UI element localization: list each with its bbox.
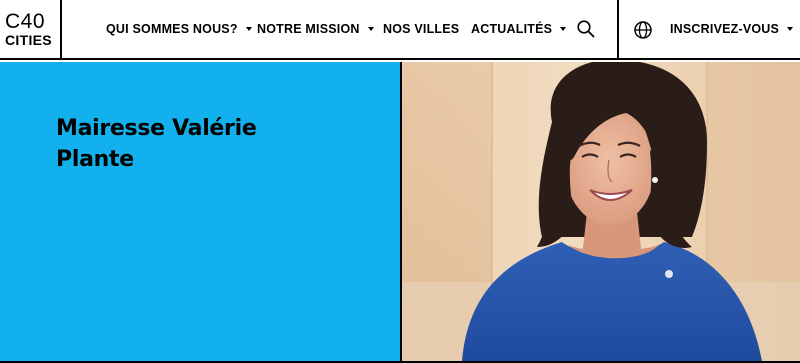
nav-item-label: NOS VILLES (383, 22, 460, 36)
hero-color-panel (0, 62, 400, 361)
portrait-photo (402, 62, 800, 361)
logo-text-cities: CITIES (5, 32, 52, 48)
signup-button[interactable]: INSCRIVEZ-VOUS (670, 0, 794, 58)
c40-logo[interactable]: C40 CITIES (0, 0, 62, 58)
page-title: Mairesse Valérie Plante (56, 113, 356, 175)
nav-item-notre-mission[interactable]: NOTRE MISSION (257, 0, 374, 58)
nav-item-label: QUI SOMMES NOUS? (106, 22, 238, 36)
caret-down-icon (560, 27, 567, 31)
nav-item-label: NOTRE MISSION (257, 22, 360, 36)
nav-item-actualites[interactable]: ACTUALITÉS (471, 0, 567, 58)
signup-label: INSCRIVEZ-VOUS (670, 22, 780, 36)
caret-down-icon (367, 27, 374, 31)
page-title-line2: Plante (56, 147, 134, 172)
portrait-illustration (402, 62, 800, 361)
page-title-line1: Mairesse Valérie (56, 116, 257, 141)
logo-text-c40: C40 (5, 10, 46, 33)
search-icon[interactable] (576, 19, 596, 39)
header-divider (617, 0, 619, 58)
nav-item-qui-sommes-nous[interactable]: QUI SOMMES NOUS? (106, 0, 252, 58)
caret-down-icon (245, 27, 252, 31)
site-header: C40 CITIES QUI SOMMES NOUS? NOTRE MISSIO… (0, 0, 800, 60)
nav-item-nos-villes[interactable]: NOS VILLES (383, 0, 459, 58)
nav-item-label: ACTUALITÉS (471, 22, 553, 36)
caret-down-icon (787, 27, 794, 31)
globe-icon[interactable] (633, 20, 653, 40)
